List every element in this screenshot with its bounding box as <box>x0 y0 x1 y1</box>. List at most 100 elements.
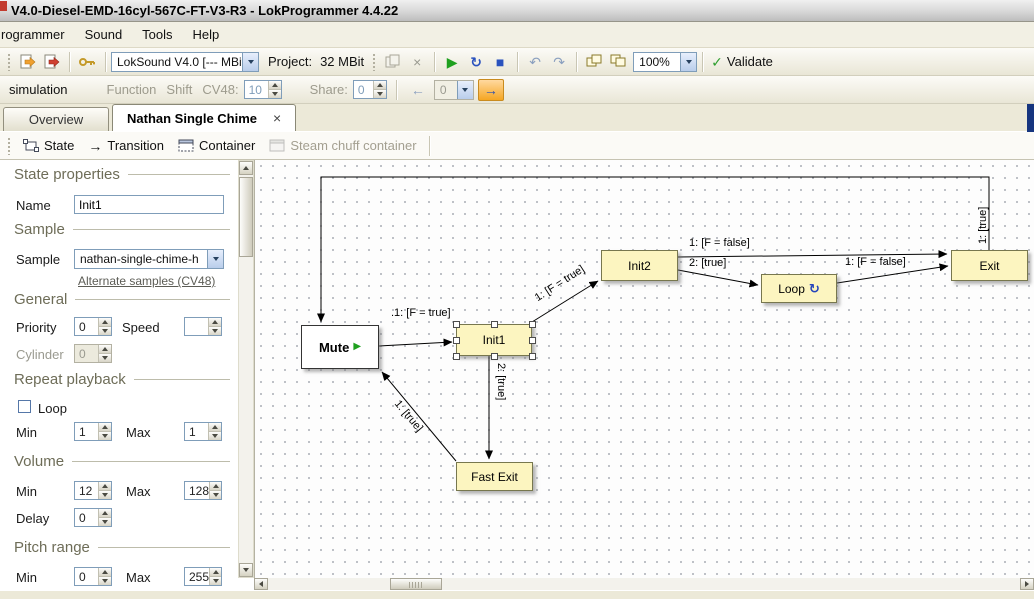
dropdown-arrow-icon[interactable] <box>680 53 696 71</box>
selection-handle[interactable] <box>453 353 460 360</box>
pitch-max-spinner[interactable]: 255 <box>184 567 222 586</box>
menu-programmer[interactable]: rogrammer <box>0 22 75 47</box>
cylinder-spinner[interactable]: 0 <box>74 344 112 363</box>
zoom-out-button[interactable] <box>582 51 606 73</box>
toolbar-grip[interactable] <box>372 53 377 71</box>
step-select[interactable]: 0 <box>434 80 474 100</box>
transition-label[interactable]: 1: [F = false] <box>845 256 906 268</box>
sample-select[interactable]: nathan-single-chime-h <box>74 249 224 269</box>
pitch-min-spinner[interactable]: 0 <box>74 567 112 586</box>
spin-up-icon[interactable] <box>99 482 111 490</box>
copy-button[interactable] <box>381 51 405 73</box>
spin-down-icon[interactable] <box>99 326 111 335</box>
canvas-horizontal-scrollbar[interactable] <box>254 578 1034 590</box>
state-fast-exit[interactable]: Fast Exit <box>456 462 533 491</box>
spin-up-icon[interactable] <box>209 423 221 431</box>
spin-up-icon[interactable] <box>99 509 111 517</box>
spin-down-icon[interactable] <box>99 517 111 526</box>
spin-down-icon[interactable] <box>99 576 111 585</box>
hscroll-thumb[interactable] <box>390 578 442 590</box>
zoom-select[interactable]: 100% <box>633 52 697 72</box>
dropdown-arrow-icon[interactable] <box>242 53 258 71</box>
selection-handle[interactable] <box>529 353 536 360</box>
undo-button[interactable]: ↶ <box>523 51 547 73</box>
speed-spinner[interactable] <box>184 317 222 336</box>
add-transition-button[interactable]: → Transition <box>81 134 171 158</box>
refresh-button[interactable]: ↻ <box>464 51 488 73</box>
spin-down-icon[interactable] <box>210 576 221 585</box>
state-exit[interactable]: Exit <box>951 250 1028 281</box>
title-bar[interactable]: V4.0-Diesel-EMD-16cyl-567C-FT-V3-R3 - Lo… <box>0 0 1034 22</box>
spin-up-icon[interactable] <box>374 81 386 89</box>
transition-line[interactable] <box>678 270 758 285</box>
spin-up-icon[interactable] <box>99 345 111 353</box>
alternate-samples-link[interactable]: Alternate samples (CV48) <box>78 274 215 288</box>
menu-help[interactable]: Help <box>183 22 230 47</box>
step-back-button[interactable]: ← <box>406 79 430 101</box>
spin-down-icon[interactable] <box>99 490 111 499</box>
delete-button[interactable]: × <box>405 51 429 73</box>
device-select[interactable]: LokSound V4.0 [--- MBit] <box>111 52 259 72</box>
volume-min-spinner[interactable]: 12 <box>74 481 112 500</box>
spin-up-icon[interactable] <box>210 482 221 490</box>
add-container-button[interactable]: Container <box>171 134 262 158</box>
state-loop[interactable]: Loop ↻ <box>761 274 837 303</box>
dropdown-arrow-icon[interactable] <box>457 81 473 99</box>
transition-line[interactable] <box>379 342 452 346</box>
volume-max-spinner[interactable]: 128 <box>184 481 222 500</box>
share-spinner[interactable]: 0 <box>353 80 387 99</box>
selection-handle[interactable] <box>453 321 460 328</box>
scroll-right-button[interactable] <box>1020 578 1034 590</box>
spin-down-icon[interactable] <box>374 89 386 98</box>
state-mute[interactable]: Mute ▶ <box>301 325 379 369</box>
spin-up-icon[interactable] <box>99 568 111 576</box>
scroll-up-button[interactable] <box>239 161 253 175</box>
transition-label[interactable]: 2: [true] <box>689 257 726 269</box>
key-button[interactable] <box>75 51 100 73</box>
tab-overview[interactable]: Overview <box>3 107 109 131</box>
transition-line[interactable] <box>382 372 456 461</box>
redo-button[interactable]: ↷ <box>547 51 571 73</box>
scroll-down-button[interactable] <box>239 563 253 577</box>
spin-up-icon[interactable] <box>99 423 111 431</box>
loop-checkbox[interactable] <box>18 400 31 413</box>
scroll-left-button[interactable] <box>254 578 268 590</box>
spin-down-icon[interactable] <box>99 353 111 362</box>
spin-up-icon[interactable] <box>209 318 221 326</box>
state-init2[interactable]: Init2 <box>601 250 678 281</box>
validate-button[interactable]: ✓ Validate <box>708 51 776 73</box>
spin-down-icon[interactable] <box>99 431 111 440</box>
tab-nathan-single-chime[interactable]: Nathan Single Chime × <box>112 104 296 131</box>
state-diagram-canvas[interactable]: .1: [F = true] 1: [F = true] 1: [F = fal… <box>254 160 1034 578</box>
spin-up-icon[interactable] <box>210 568 221 576</box>
selection-handle[interactable] <box>529 321 536 328</box>
transition-line[interactable] <box>837 266 948 283</box>
transition-label[interactable]: 2: [true] <box>495 363 507 400</box>
sidebar-scrollbar[interactable] <box>238 160 254 578</box>
menu-sound[interactable]: Sound <box>75 22 133 47</box>
vscroll-thumb[interactable] <box>239 177 253 257</box>
hscroll-track[interactable] <box>268 578 1020 590</box>
spin-up-icon[interactable] <box>269 81 281 89</box>
cv48-spinner[interactable]: 10 <box>244 80 282 99</box>
selection-handle[interactable] <box>453 337 460 344</box>
zoom-in-button[interactable] <box>606 51 630 73</box>
selection-handle[interactable] <box>491 321 498 328</box>
transition-label[interactable]: .1: [F = true] <box>391 307 451 319</box>
write-data-button[interactable] <box>40 51 64 73</box>
add-steam-chuff-container-button[interactable]: Steam chuff container <box>262 134 423 158</box>
spin-down-icon[interactable] <box>210 490 221 499</box>
add-state-button[interactable]: State <box>16 134 81 158</box>
repeat-min-spinner[interactable]: 1 <box>74 422 112 441</box>
repeat-max-spinner[interactable]: 1 <box>184 422 222 441</box>
toolbar-grip[interactable] <box>7 137 12 155</box>
dropdown-arrow-icon[interactable] <box>207 250 223 268</box>
spin-up-icon[interactable] <box>99 318 111 326</box>
selection-handle[interactable] <box>491 353 498 360</box>
priority-spinner[interactable]: 0 <box>74 317 112 336</box>
name-input[interactable] <box>74 195 224 214</box>
delay-spinner[interactable]: 0 <box>74 508 112 527</box>
stop-button[interactable]: ■ <box>488 51 512 73</box>
simulation-mode-label[interactable]: simulation <box>7 82 68 97</box>
selection-handle[interactable] <box>529 337 536 344</box>
